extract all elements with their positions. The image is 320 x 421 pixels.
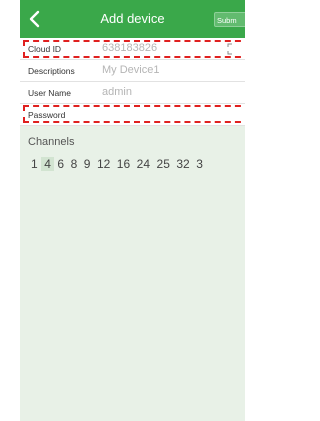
add-device-screen: Add device Subm Cloud ID 638183826 Descr… bbox=[20, 0, 245, 421]
channel-option-16[interactable]: 16 bbox=[114, 157, 133, 171]
channel-option-32[interactable]: 32 bbox=[173, 157, 192, 171]
user-name-input[interactable]: admin bbox=[102, 86, 132, 98]
cloud-id-label: Cloud ID bbox=[28, 44, 62, 54]
password-row: Password bbox=[20, 104, 245, 126]
qr-scan-icon[interactable] bbox=[227, 43, 243, 55]
page-title: Add device bbox=[100, 11, 165, 26]
device-form: Cloud ID 638183826 Descriptions My Devic… bbox=[20, 38, 245, 126]
channel-option-9[interactable]: 9 bbox=[81, 157, 94, 171]
channel-list: 1 4 6 8 9 12 16 24 25 32 3 bbox=[28, 157, 206, 171]
channel-option-6[interactable]: 6 bbox=[54, 157, 67, 171]
password-label: Password bbox=[28, 110, 66, 120]
descriptions-input[interactable]: My Device1 bbox=[102, 64, 159, 76]
channel-option-4[interactable]: 4 bbox=[41, 157, 54, 171]
channel-option-25[interactable]: 25 bbox=[154, 157, 173, 171]
channels-title: Channels bbox=[28, 136, 75, 148]
descriptions-label: Descriptions bbox=[28, 66, 75, 76]
descriptions-row: Descriptions My Device1 bbox=[20, 60, 245, 82]
channel-option-24[interactable]: 24 bbox=[134, 157, 153, 171]
channel-option-1[interactable]: 1 bbox=[28, 157, 41, 171]
cloud-id-row: Cloud ID 638183826 bbox=[20, 38, 245, 60]
channel-option-12[interactable]: 12 bbox=[94, 157, 113, 171]
channel-option-8[interactable]: 8 bbox=[68, 157, 81, 171]
channel-option-3[interactable]: 3 bbox=[193, 157, 206, 171]
user-name-row: User Name admin bbox=[20, 82, 245, 104]
cloud-id-input[interactable]: 638183826 bbox=[102, 42, 157, 54]
nav-bar: Add device Subm bbox=[20, 0, 245, 38]
submit-button[interactable]: Subm bbox=[214, 12, 245, 27]
user-name-label: User Name bbox=[28, 88, 71, 98]
